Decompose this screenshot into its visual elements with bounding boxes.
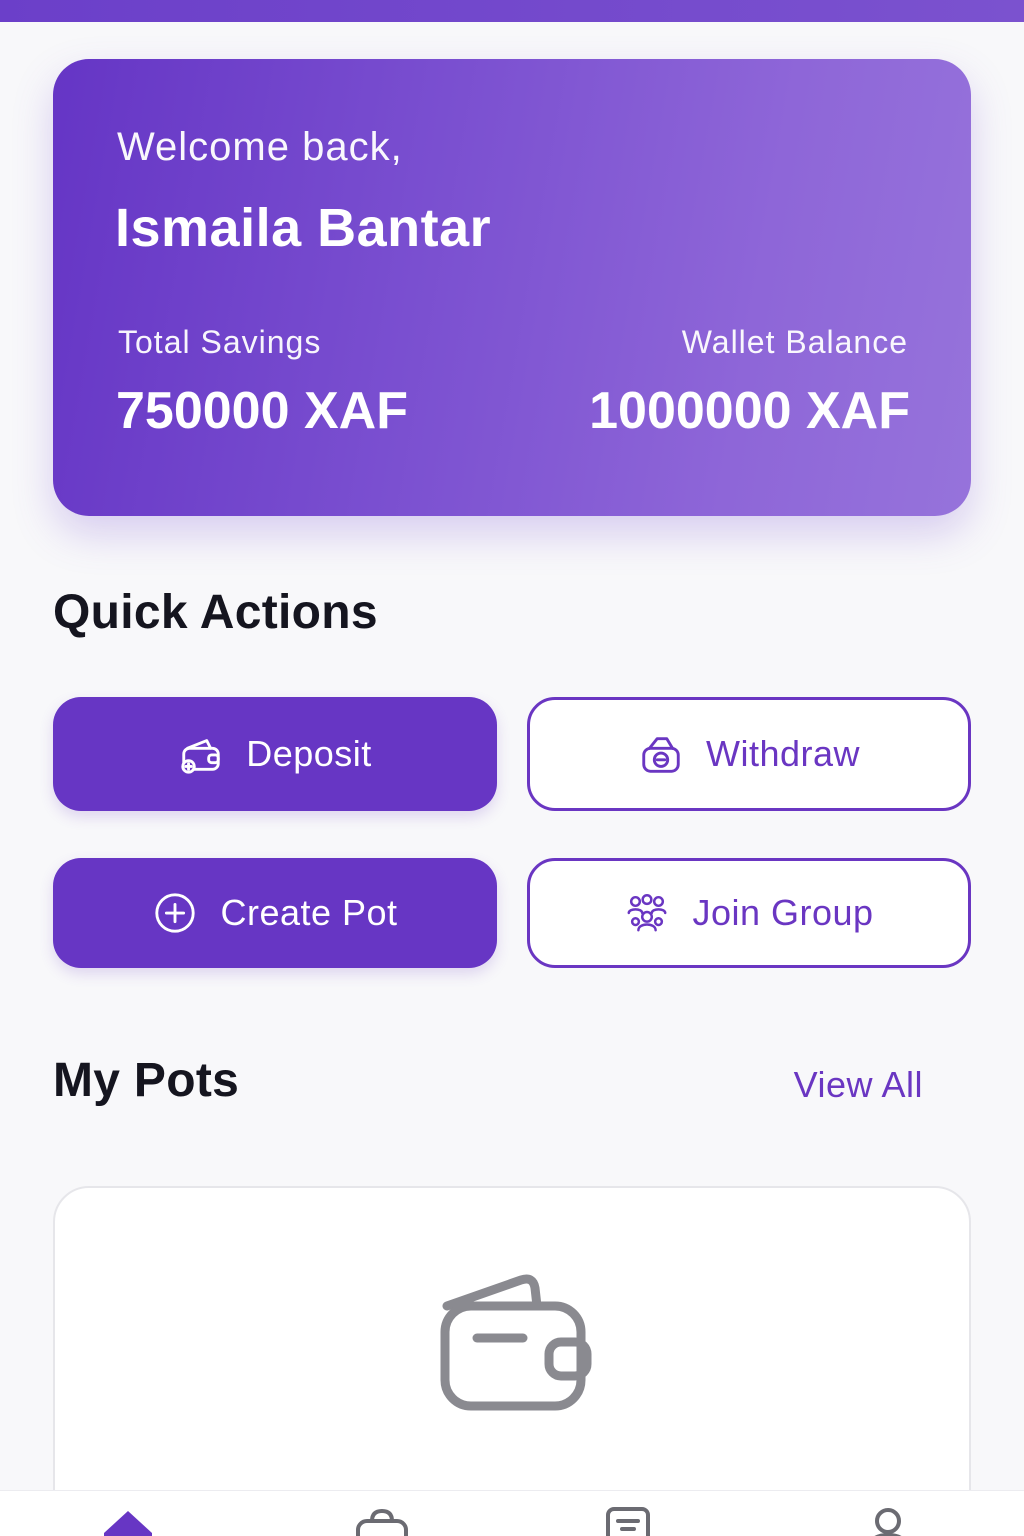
withdraw-label: Withdraw [705,733,861,774]
quick-actions-title: Quick Actions [53,586,378,639]
nav-profile[interactable] [856,1505,920,1536]
profile-icon [874,1508,902,1536]
join-group-button[interactable]: Join Group [527,858,971,968]
view-all-link[interactable]: View All [794,1064,923,1106]
plus-circle-icon [152,890,198,936]
total-savings-value: 750000 XAF [116,382,408,440]
total-savings-label: Total Savings [118,324,322,360]
home-icon [104,1511,152,1536]
nav-shop[interactable] [350,1505,414,1536]
bag-icon [356,1508,408,1536]
pots-empty-card [53,1186,971,1536]
create-pot-label: Create Pot [220,892,398,933]
my-pots-title: My Pots [53,1054,240,1107]
deposit-button[interactable]: Deposit [53,697,497,811]
nav-documents[interactable] [596,1505,660,1536]
status-bar [0,0,1024,22]
group-icon [624,890,670,936]
document-icon [606,1507,650,1536]
join-group-label: Join Group [692,892,874,933]
nav-home[interactable] [96,1505,160,1536]
wallet-minus-icon [638,731,684,777]
create-pot-button[interactable]: Create Pot [53,858,497,968]
wallet-plus-icon [178,731,224,777]
user-name: Ismaila Bantar [115,198,492,258]
home-screen: Welcome back, Ismaila Bantar Total Savin… [0,0,1024,1536]
greeting-text: Welcome back, [117,125,403,169]
wallet-balance-value: 1000000 XAF [589,382,910,440]
wallet-balance-label: Wallet Balance [681,324,908,360]
withdraw-button[interactable]: Withdraw [527,697,971,811]
deposit-label: Deposit [246,733,372,774]
wallet-icon [439,1262,599,1422]
bottom-navigation [0,1490,1024,1536]
balance-card: Welcome back, Ismaila Bantar Total Savin… [53,59,971,516]
